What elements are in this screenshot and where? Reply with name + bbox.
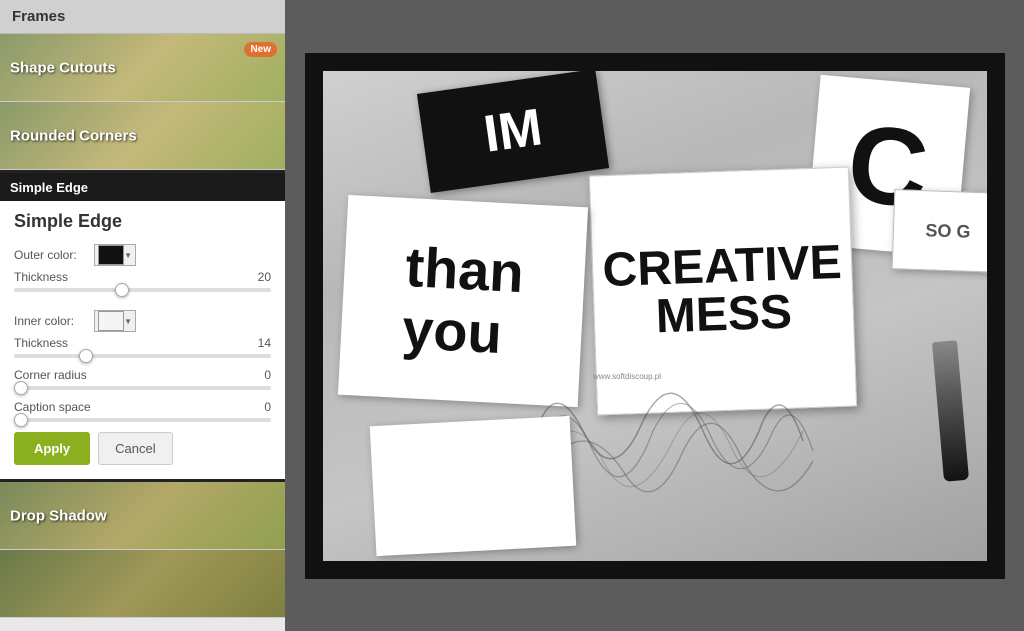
rounded-corners-label: Rounded Corners	[0, 121, 285, 150]
apply-button[interactable]: Apply	[14, 432, 90, 465]
sidebar-item-drop-shadow[interactable]: Drop Shadow	[0, 482, 285, 550]
sogo-text: SO G	[925, 219, 971, 242]
outer-thickness-slider-row	[14, 288, 271, 292]
outer-thickness-row: Thickness 20	[14, 270, 271, 284]
simple-edge-panel: Simple Edge Simple Edge Outer color: ▼ T…	[0, 170, 285, 482]
extra-bg	[0, 550, 285, 617]
creative-text: CREATIVEMESS	[602, 238, 844, 342]
outer-color-arrow: ▼	[124, 251, 132, 260]
inner-color-picker[interactable]: ▼	[94, 310, 136, 332]
outer-thickness-label: Thickness	[14, 270, 94, 284]
inner-thickness-value: 14	[251, 336, 271, 350]
main-content: IM C CREATIVEMESS thanyou SO G	[285, 0, 1024, 631]
outer-color-picker[interactable]: ▼	[94, 244, 136, 266]
sidebar: Frames Shape Cutouts New Rounded Corners…	[0, 0, 285, 631]
sogo-card: SO G	[892, 189, 1003, 273]
im-text: IM	[480, 97, 546, 164]
outer-color-swatch	[98, 245, 124, 265]
bottom-card	[370, 415, 577, 555]
apply-cancel-row: Apply Cancel	[14, 432, 271, 465]
new-badge: New	[244, 42, 277, 57]
outer-color-row: Outer color: ▼	[14, 244, 271, 266]
sidebar-title: Frames	[0, 0, 285, 34]
inner-color-row: Inner color: ▼	[14, 310, 271, 332]
inner-thickness-thumb[interactable]	[79, 349, 93, 363]
outer-color-label: Outer color:	[14, 248, 94, 262]
inner-color-label: Inner color:	[14, 314, 94, 328]
sidebar-item-shape-cutouts[interactable]: Shape Cutouts New	[0, 34, 285, 102]
sidebar-item-rounded-corners[interactable]: Rounded Corners	[0, 102, 285, 170]
simple-edge-item-label: Simple Edge	[10, 180, 88, 195]
corner-radius-slider-row	[14, 386, 271, 390]
caption-space-label: Caption space	[14, 400, 94, 414]
caption-space-slider-row	[14, 418, 271, 422]
photo-canvas: IM C CREATIVEMESS thanyou SO G	[323, 71, 1003, 561]
inner-thickness-slider-row	[14, 354, 271, 358]
cancel-button[interactable]: Cancel	[98, 432, 172, 465]
caption-space-track[interactable]	[14, 418, 271, 422]
inner-thickness-row: Thickness 14	[14, 336, 271, 350]
sidebar-item-extra[interactable]	[0, 550, 285, 618]
simple-edge-title: Simple Edge	[14, 211, 271, 232]
thankyou-text: thanyou	[401, 236, 526, 365]
outer-thickness-value: 20	[251, 270, 271, 284]
outer-thickness-thumb[interactable]	[115, 283, 129, 297]
small-url-text: www.softdiscoup.pl	[593, 372, 661, 381]
inner-color-swatch	[98, 311, 124, 331]
photo-frame: IM C CREATIVEMESS thanyou SO G	[305, 53, 1005, 579]
caption-space-thumb[interactable]	[14, 413, 28, 427]
corner-radius-thumb[interactable]	[14, 381, 28, 395]
inner-thickness-label: Thickness	[14, 336, 94, 350]
corner-radius-label: Corner radius	[14, 368, 94, 382]
shape-cutouts-label: Shape Cutouts	[0, 53, 285, 82]
inner-thickness-track[interactable]	[14, 354, 271, 358]
caption-space-value: 0	[251, 400, 271, 414]
corner-radius-track[interactable]	[14, 386, 271, 390]
inner-color-arrow: ▼	[124, 317, 132, 326]
outer-thickness-track[interactable]	[14, 288, 271, 292]
frames-list: Shape Cutouts New Rounded Corners Simple…	[0, 34, 285, 631]
caption-space-row: Caption space 0	[14, 400, 271, 414]
drop-shadow-label: Drop Shadow	[0, 501, 285, 530]
corner-radius-row: Corner radius 0	[14, 368, 271, 382]
corner-radius-value: 0	[251, 368, 271, 382]
